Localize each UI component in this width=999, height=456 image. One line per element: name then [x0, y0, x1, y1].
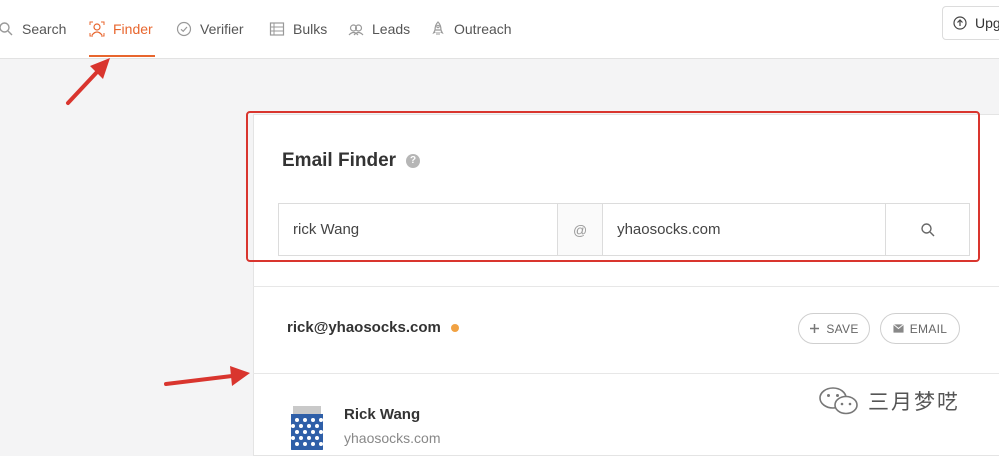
nav-item-bulks[interactable]: Bulks [269, 0, 327, 58]
confidence-status-dot [450, 323, 459, 332]
watermark-text: 三月梦呓 [868, 391, 960, 414]
section-divider [253, 286, 999, 287]
email-button[interactable]: EMAIL [880, 313, 960, 344]
sock-logo-icon [289, 404, 325, 450]
nav-label-verifier: Verifier [200, 21, 244, 37]
nav-label-bulks: Bulks [293, 21, 328, 37]
company-logo [289, 404, 325, 450]
rocket-icon [432, 21, 444, 35]
result-email-row: rick@yhaosocks.com [287, 319, 459, 336]
top-navigation: Search Finder Verifier Bulks Leads Outre… [0, 0, 999, 59]
person-name: Rick Wang [344, 406, 421, 423]
nav-label-outreach: Outreach [454, 21, 512, 37]
upgrade-label: Upg [975, 15, 999, 31]
save-button[interactable]: SAVE [798, 313, 870, 344]
search-icon [0, 22, 13, 36]
section-divider [253, 373, 999, 374]
nav-item-leads[interactable]: Leads [348, 0, 410, 58]
nav-label-finder: Finder [113, 21, 153, 37]
check-circle-icon [176, 21, 192, 37]
finder-icon [89, 21, 105, 37]
nav-item-search[interactable]: Search [0, 0, 66, 58]
email-label: EMAIL [909, 321, 948, 336]
nav-label-search: Search [22, 21, 67, 37]
upgrade-button[interactable]: Upg [942, 6, 999, 40]
arrow-to-result [164, 366, 250, 386]
chat-bubbles-icon [819, 387, 858, 415]
found-email: rick@yhaosocks.com [287, 319, 441, 336]
annotation-highlight-box [246, 111, 980, 262]
save-label: SAVE [826, 321, 859, 336]
nav-item-verifier[interactable]: Verifier [176, 0, 244, 58]
nav-item-finder[interactable]: Finder [89, 0, 153, 58]
plus-icon [810, 324, 820, 333]
envelope-icon [892, 324, 904, 333]
person-domain: yhaosocks.com [344, 430, 441, 446]
upgrade-icon [953, 16, 967, 30]
users-icon [348, 24, 364, 36]
active-tab-indicator [89, 55, 155, 57]
nav-label-leads: Leads [372, 21, 411, 37]
watermark: 三月梦呓 [818, 386, 960, 416]
arrow-to-finder-tab [66, 58, 110, 105]
list-icon [269, 22, 285, 36]
nav-item-outreach[interactable]: Outreach [430, 0, 512, 58]
